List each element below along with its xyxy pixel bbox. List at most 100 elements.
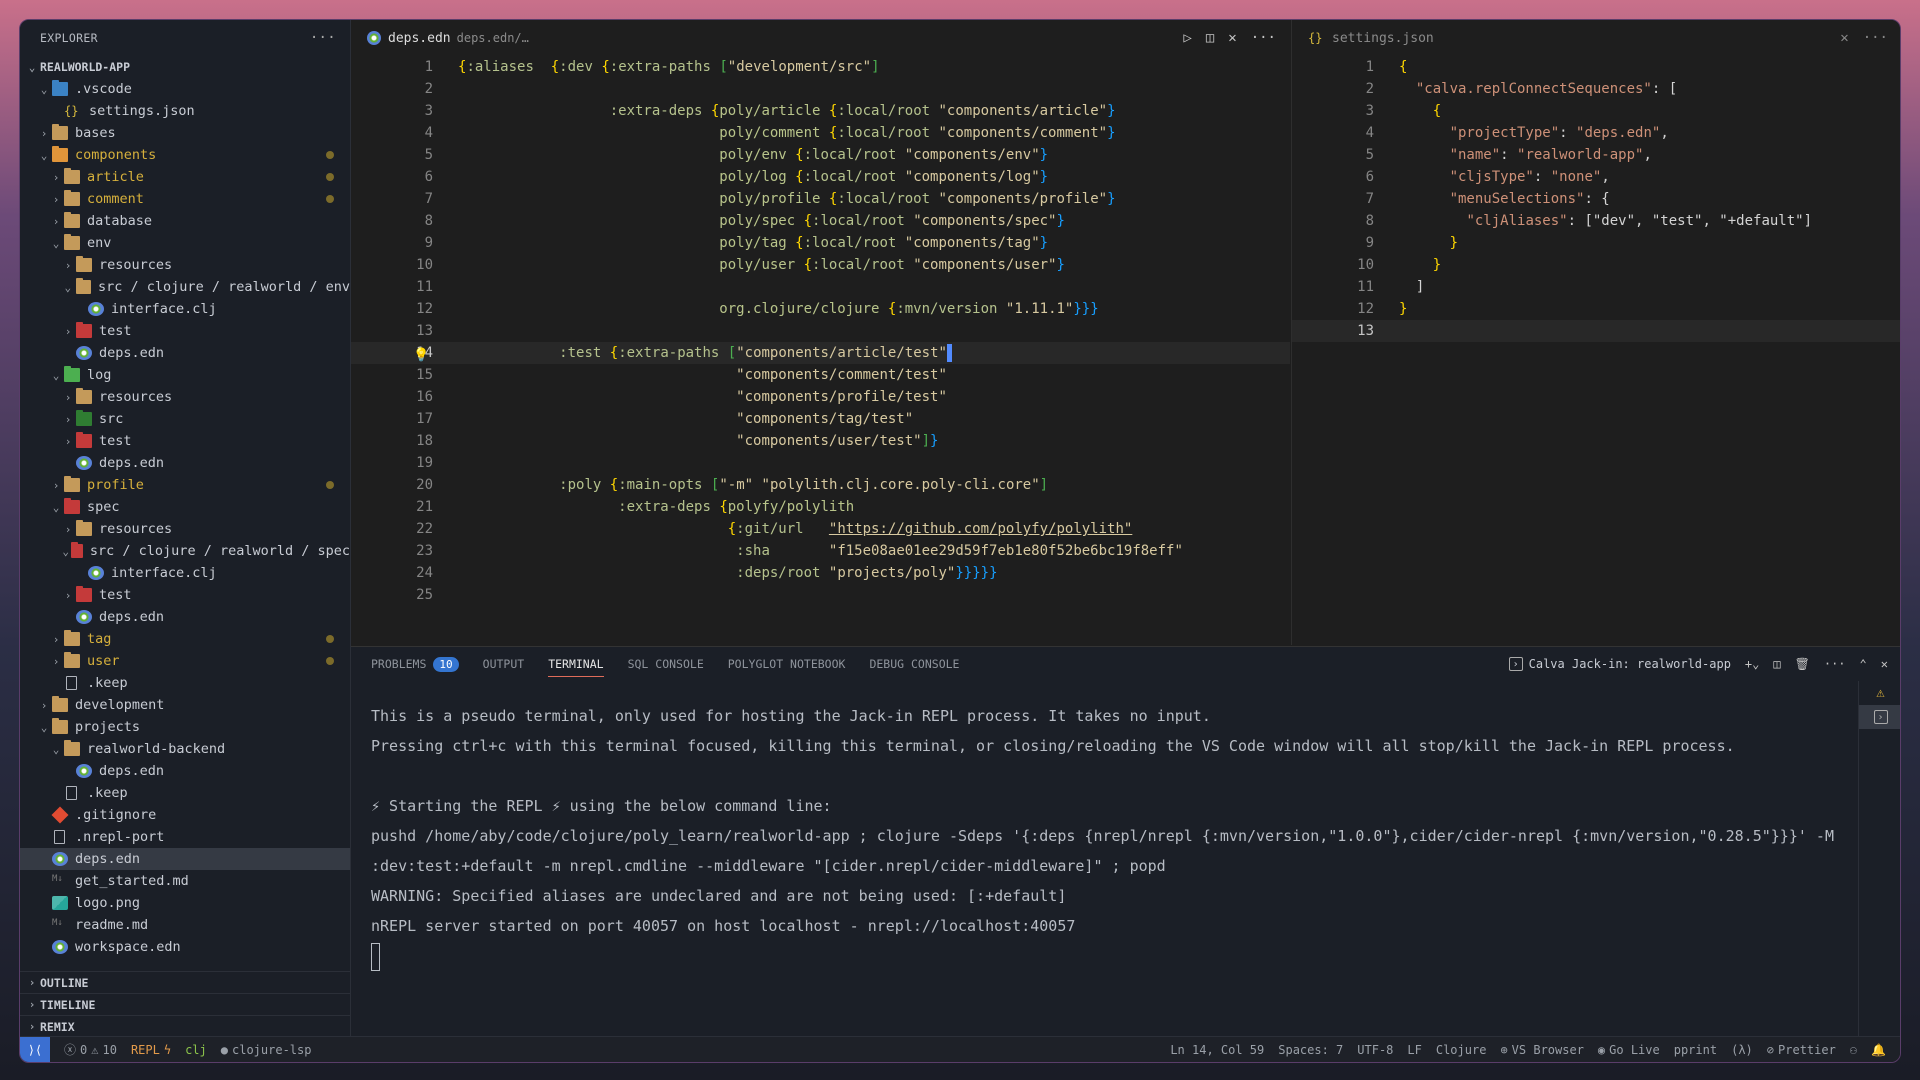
code-line[interactable]: 21 :extra-deps {polyfy/polylith: [351, 496, 1290, 518]
tree-file[interactable]: deps.edn: [20, 848, 350, 870]
warning-icon[interactable]: ⚠: [1859, 681, 1900, 705]
new-terminal-icon[interactable]: +⌄: [1745, 657, 1759, 671]
terminal-selector[interactable]: › Calva Jack-in: realworld-app: [1508, 657, 1731, 671]
tree-folder[interactable]: ⌄ components: [20, 144, 350, 166]
workspace-root[interactable]: ⌄ REALWORLD-APP: [20, 56, 350, 78]
code-line[interactable]: 19: [351, 452, 1290, 474]
tree-folder[interactable]: › test: [20, 584, 350, 606]
close-panel-icon[interactable]: ✕: [1881, 657, 1888, 671]
remote-indicator-icon[interactable]: ⟩⟨: [20, 1036, 50, 1062]
panel-tab-terminal[interactable]: TERMINAL: [548, 647, 604, 681]
tree-file[interactable]: .gitignore: [20, 804, 350, 826]
tree-folder[interactable]: › bases: [20, 122, 350, 144]
lambda[interactable]: (λ): [1731, 1043, 1753, 1057]
tree-folder[interactable]: ⌄ spec: [20, 496, 350, 518]
lsp-status[interactable]: ● clojure-lsp: [221, 1043, 312, 1057]
tree-folder[interactable]: ⌄ src / clojure / realworld / env: [20, 276, 350, 298]
close-icon[interactable]: ✕: [1228, 30, 1236, 46]
account-icon[interactable]: ⚇: [1850, 1043, 1857, 1057]
code-line[interactable]: 1{: [1292, 56, 1900, 78]
panel-tab-polyglot-notebook[interactable]: POLYGLOT NOTEBOOK: [728, 647, 846, 681]
editor-tab-deps-edn[interactable]: deps.edn deps.edn/… ▷ ◫ ✕ ···: [351, 20, 1290, 56]
tree-folder[interactable]: › test: [20, 430, 350, 452]
explorer-more-icon[interactable]: ···: [310, 30, 336, 46]
code-line[interactable]: 22 {:git/url "https://github.com/polyfy/…: [351, 518, 1290, 540]
tree-file[interactable]: .nrepl-port: [20, 826, 350, 848]
repl-status[interactable]: REPL ϟ: [131, 1043, 171, 1057]
code-line[interactable]: 18 "components/user/test"]}: [351, 430, 1290, 452]
code-line[interactable]: 13: [351, 320, 1290, 342]
tree-folder[interactable]: › resources: [20, 254, 350, 276]
code-editor-settings-json[interactable]: 1{2 "calva.replConnectSequences": [3 {4 …: [1292, 56, 1900, 342]
tree-file[interactable]: .keep: [20, 672, 350, 694]
tree-folder[interactable]: › resources: [20, 518, 350, 540]
code-line[interactable]: 25: [351, 584, 1290, 606]
tree-folder[interactable]: ⌄ env: [20, 232, 350, 254]
code-line[interactable]: 23 :sha "f15e08ae01ee29d59f7eb1e80f52be6…: [351, 540, 1290, 562]
tree-file[interactable]: deps.edn: [20, 760, 350, 782]
close-icon[interactable]: ✕: [1840, 30, 1848, 46]
code-line[interactable]: 5 poly/env {:local/root "components/env"…: [351, 144, 1290, 166]
tree-folder[interactable]: › comment: [20, 188, 350, 210]
tree-file[interactable]: M↓ get_started.md: [20, 870, 350, 892]
tree-file[interactable]: deps.edn: [20, 452, 350, 474]
code-line[interactable]: 6 poly/log {:local/root "components/log"…: [351, 166, 1290, 188]
code-line[interactable]: 2: [351, 78, 1290, 100]
panel-tab-sql-console[interactable]: SQL CONSOLE: [628, 647, 704, 681]
split-terminal-icon[interactable]: ◫: [1773, 657, 1780, 671]
tree-file[interactable]: M↓ readme.md: [20, 914, 350, 936]
line-ending[interactable]: LF: [1407, 1043, 1421, 1057]
code-line[interactable]: 12 org.clojure/clojure {:mvn/version "1.…: [351, 298, 1290, 320]
code-line[interactable]: 4 "projectType": "deps.edn",: [1292, 122, 1900, 144]
section-remix[interactable]: › REMIX: [20, 1015, 350, 1037]
panel-tab-debug-console[interactable]: DEBUG CONSOLE: [869, 647, 959, 681]
code-line[interactable]: 10 }: [1292, 254, 1900, 276]
tree-folder[interactable]: › article: [20, 166, 350, 188]
code-line[interactable]: 17 "components/tag/test": [351, 408, 1290, 430]
tree-folder[interactable]: › development: [20, 694, 350, 716]
code-line[interactable]: 10 poly/user {:local/root "components/us…: [351, 254, 1290, 276]
code-line[interactable]: 13: [1292, 320, 1900, 342]
code-line[interactable]: 9 poly/tag {:local/root "components/tag"…: [351, 232, 1290, 254]
panel-tab-output[interactable]: OUTPUT: [483, 647, 525, 681]
tree-file[interactable]: interface.clj: [20, 298, 350, 320]
editor-tab-settings-json[interactable]: {} settings.json ✕ ···: [1292, 20, 1900, 56]
tree-file[interactable]: deps.edn: [20, 606, 350, 628]
problems-status[interactable]: ⓧ 0 ⚠ 10: [64, 1041, 117, 1058]
code-editor-deps-edn[interactable]: 1 {:aliases {:dev {:extra-paths ["develop…: [351, 56, 1290, 606]
clj-status[interactable]: clj: [185, 1043, 207, 1057]
maximize-panel-icon[interactable]: ⌃: [1860, 657, 1867, 671]
tree-folder[interactable]: › database: [20, 210, 350, 232]
pprint[interactable]: pprint: [1674, 1043, 1717, 1057]
terminal-output[interactable]: This is a pseudo terminal, only used for…: [351, 681, 1900, 971]
code-line[interactable]: 11: [351, 276, 1290, 298]
tree-file[interactable]: .keep: [20, 782, 350, 804]
terminal-prompt[interactable]: [371, 941, 1900, 971]
code-line[interactable]: 8 poly/spec {:local/root "components/spe…: [351, 210, 1290, 232]
code-line[interactable]: 1 {:aliases {:dev {:extra-paths ["develop…: [351, 56, 1290, 78]
cursor-position[interactable]: Ln 14, Col 59: [1170, 1043, 1264, 1057]
code-line[interactable]: 7 poly/profile {:local/root "components/…: [351, 188, 1290, 210]
code-line[interactable]: 20 :poly {:main-opts ["-m" "polylith.clj…: [351, 474, 1290, 496]
code-line[interactable]: 11 ]: [1292, 276, 1900, 298]
tree-file[interactable]: deps.edn: [20, 342, 350, 364]
tree-folder[interactable]: › test: [20, 320, 350, 342]
section-timeline[interactable]: › TIMELINE: [20, 993, 350, 1015]
code-line[interactable]: 💡 14 :test {:extra-paths ["components/art…: [351, 342, 1290, 364]
tree-folder[interactable]: › src: [20, 408, 350, 430]
terminal-list-item[interactable]: ›: [1859, 705, 1900, 729]
tree-folder[interactable]: ⌄ realworld-backend: [20, 738, 350, 760]
tree-file[interactable]: workspace.edn: [20, 936, 350, 958]
code-line[interactable]: 8 "cljAliases": ["dev", "test", "+defaul…: [1292, 210, 1900, 232]
tree-folder[interactable]: ⌄ src / clojure / realworld / spec: [20, 540, 350, 562]
trash-icon[interactable]: 🗑: [1795, 657, 1810, 671]
code-line[interactable]: 3 {: [1292, 100, 1900, 122]
tree-folder[interactable]: › profile: [20, 474, 350, 496]
more-actions-icon[interactable]: ···: [1863, 30, 1888, 46]
tree-folder[interactable]: ⌄ log: [20, 364, 350, 386]
more-actions-icon[interactable]: ···: [1824, 657, 1846, 671]
code-line[interactable]: 6 "cljsType": "none",: [1292, 166, 1900, 188]
tree-folder[interactable]: ⌄ projects: [20, 716, 350, 738]
prettier[interactable]: ⊘ Prettier: [1767, 1043, 1836, 1057]
tree-file[interactable]: interface.clj: [20, 562, 350, 584]
